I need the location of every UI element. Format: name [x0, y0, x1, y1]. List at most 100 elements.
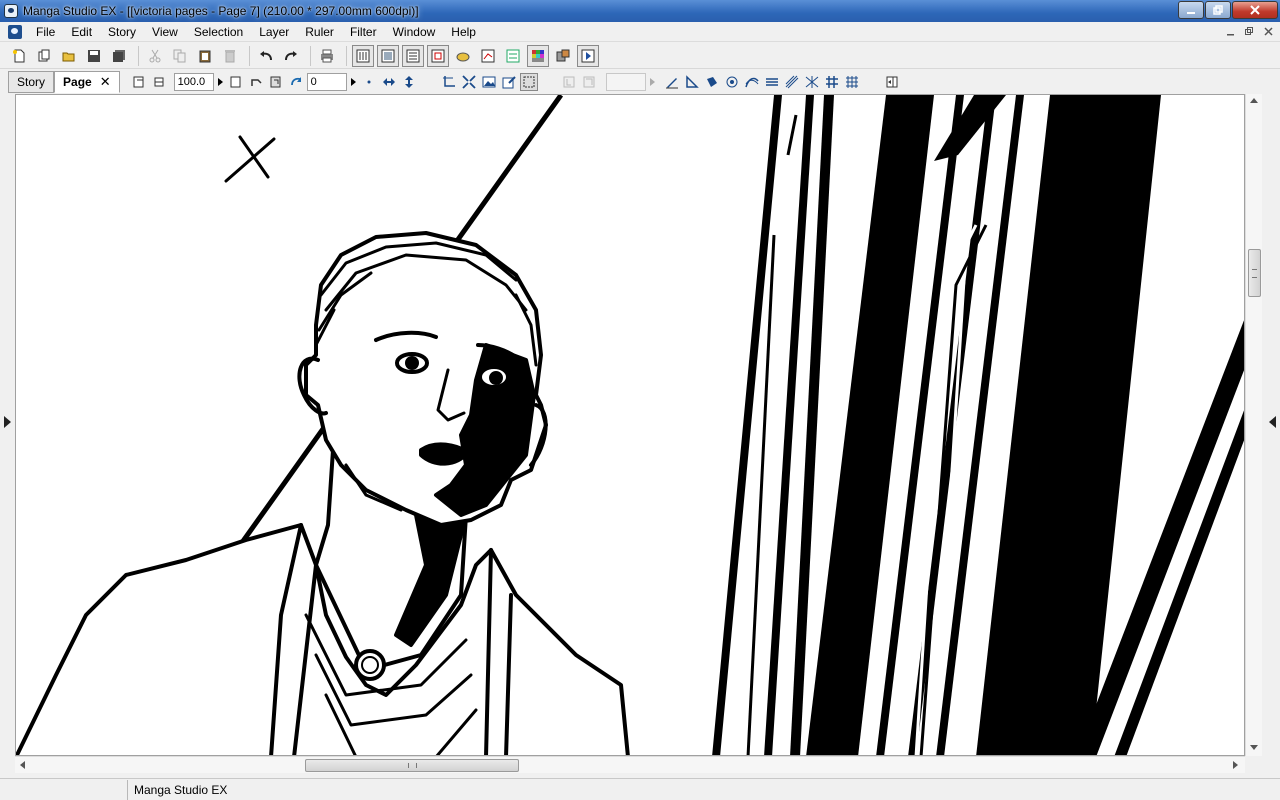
disabled-button-2[interactable]: [580, 73, 598, 91]
right-panel-toggle-icon[interactable]: [1269, 416, 1276, 428]
new-page-button[interactable]: [8, 45, 30, 67]
menu-edit[interactable]: Edit: [63, 22, 100, 42]
tone-button[interactable]: [452, 45, 474, 67]
panel-toggle-button[interactable]: [883, 73, 901, 91]
doc-close-button[interactable]: [1260, 24, 1276, 38]
menu-help[interactable]: Help: [443, 22, 484, 42]
dot-button[interactable]: [360, 73, 378, 91]
doc-minimize-button[interactable]: [1222, 24, 1238, 38]
ruler-pen-button[interactable]: [663, 73, 681, 91]
new-story-button[interactable]: [33, 45, 55, 67]
layer-view-button[interactable]: [402, 44, 424, 67]
document-window-controls: [1222, 24, 1276, 38]
scroll-down-icon[interactable]: [1250, 745, 1258, 750]
undo-icon: [260, 50, 272, 60]
menu-view[interactable]: View: [144, 22, 186, 42]
materials-button[interactable]: [552, 45, 574, 67]
trash-icon: [225, 49, 235, 62]
curve-ruler-icon: [744, 77, 759, 88]
rotate-button[interactable]: [287, 73, 305, 91]
properties-button[interactable]: [477, 45, 499, 67]
background-bars: [712, 95, 1244, 755]
vertical-scroll-thumb[interactable]: [1248, 249, 1261, 297]
grid-snap-button[interactable]: [843, 73, 861, 91]
paste-button[interactable]: [194, 45, 216, 67]
ruler-triangle-button[interactable]: [683, 73, 701, 91]
document-icon[interactable]: [8, 24, 22, 39]
shape-ruler-icon: [706, 77, 717, 87]
menu-ruler[interactable]: Ruler: [297, 22, 342, 42]
ruler-shape-button[interactable]: [703, 73, 721, 91]
horizontal-scroll-thumb[interactable]: [305, 759, 519, 772]
menu-selection[interactable]: Selection: [186, 22, 251, 42]
tab-story[interactable]: Story: [8, 71, 55, 93]
minimize-button[interactable]: [1178, 1, 1204, 19]
flip-v-button[interactable]: [400, 73, 418, 91]
scroll-right-icon[interactable]: [1233, 761, 1238, 769]
color-palette-button[interactable]: [527, 44, 549, 67]
perspective-ruler-icon: [726, 76, 738, 88]
menu-layer[interactable]: Layer: [251, 22, 297, 42]
perspective-ruler-button[interactable]: [723, 73, 741, 91]
delete-button[interactable]: [219, 45, 241, 67]
open-button[interactable]: [58, 45, 80, 67]
concentric-ruler-button[interactable]: [783, 73, 801, 91]
fit-window-button[interactable]: [460, 73, 478, 91]
disabled-button-1[interactable]: [560, 73, 578, 91]
rotation-arrow-icon[interactable]: [350, 78, 356, 86]
menu-window[interactable]: Window: [385, 22, 444, 42]
crop-marks-button[interactable]: [440, 73, 458, 91]
story-view-button[interactable]: [352, 44, 374, 67]
page-rotation-reset-button[interactable]: [267, 73, 285, 91]
preview-button[interactable]: [577, 44, 599, 67]
edit-image-button[interactable]: [500, 73, 518, 91]
tool-options-button[interactable]: [502, 45, 524, 67]
save-button[interactable]: [83, 45, 105, 67]
cut-button[interactable]: [144, 45, 166, 67]
undo-button[interactable]: [255, 45, 277, 67]
selection-frame-button[interactable]: [519, 73, 538, 91]
main-toolbar: [0, 43, 1280, 69]
print-button[interactable]: [316, 45, 338, 67]
flip-h-button[interactable]: [380, 73, 398, 91]
properties-icon: [481, 49, 495, 62]
fit-page-button[interactable]: [130, 73, 148, 91]
page-view-button[interactable]: [377, 44, 399, 67]
scroll-up-icon[interactable]: [1250, 98, 1258, 103]
save-all-button[interactable]: [108, 45, 130, 67]
copy-button[interactable]: [169, 45, 191, 67]
panel-toggle-icon: [886, 76, 898, 88]
grid-button[interactable]: [823, 73, 841, 91]
menu-bar: File Edit Story View Selection Layer Rul…: [0, 22, 1280, 42]
flip-horizontal-button[interactable]: [227, 73, 245, 91]
zoom-input[interactable]: 100.0: [173, 73, 214, 91]
vertical-scrollbar[interactable]: [1245, 94, 1262, 756]
rotation-input[interactable]: 0: [306, 73, 347, 91]
curve-ruler-button[interactable]: [743, 73, 761, 91]
doc-restore-button[interactable]: [1241, 24, 1257, 38]
redo-button[interactable]: [280, 45, 302, 67]
window-controls: [1177, 1, 1278, 19]
image-button[interactable]: [480, 73, 498, 91]
radial-ruler-button[interactable]: [803, 73, 821, 91]
menu-file[interactable]: File: [28, 22, 63, 42]
tab-page[interactable]: Page ✕: [54, 71, 120, 93]
app-icon[interactable]: [4, 4, 18, 18]
drawing-canvas[interactable]: [15, 94, 1245, 756]
close-button[interactable]: [1232, 1, 1278, 19]
parallel-ruler-button[interactable]: [763, 73, 781, 91]
rotate-page-button[interactable]: [247, 73, 265, 91]
new-page-icon: [13, 49, 25, 62]
navigator-button[interactable]: [427, 44, 449, 67]
edit-image-icon: [502, 76, 516, 89]
restore-button[interactable]: [1205, 1, 1231, 19]
artwork[interactable]: [16, 95, 1245, 756]
close-tab-icon[interactable]: ✕: [100, 74, 111, 90]
scroll-left-icon[interactable]: [20, 761, 25, 769]
left-panel-toggle-icon[interactable]: [4, 416, 11, 428]
actual-size-button[interactable]: [150, 73, 168, 91]
menu-story[interactable]: Story: [100, 22, 144, 42]
horizontal-scrollbar[interactable]: [15, 756, 1245, 773]
zoom-arrow-icon[interactable]: [217, 78, 223, 86]
menu-filter[interactable]: Filter: [342, 22, 385, 42]
